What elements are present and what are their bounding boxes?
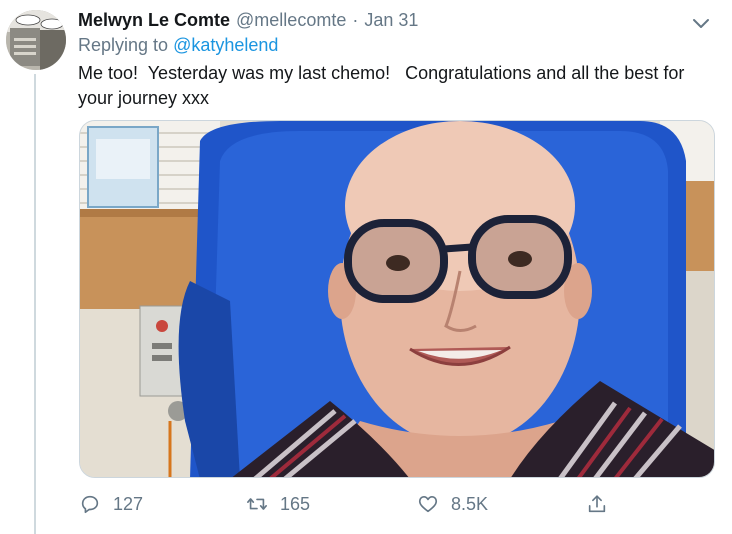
reply-count: 127 bbox=[113, 493, 144, 514]
like-count: 8.5K bbox=[451, 493, 489, 514]
avatar-image bbox=[6, 10, 66, 70]
tweet-photo[interactable] bbox=[79, 120, 715, 478]
tweet-header: Melwyn Le Comte @mellecomte · Jan 31 bbox=[78, 10, 712, 34]
chevron-down-icon[interactable] bbox=[690, 12, 712, 34]
share-icon bbox=[588, 495, 606, 513]
replying-to-mention[interactable]: @katyhelend bbox=[173, 35, 278, 55]
retweet-icon bbox=[247, 498, 267, 510]
user-handle[interactable]: @mellecomte bbox=[236, 10, 346, 31]
like-button[interactable]: 8.5K bbox=[417, 488, 488, 520]
share-button[interactable] bbox=[586, 488, 620, 520]
replying-to: Replying to @katyhelend bbox=[78, 35, 278, 56]
avatar[interactable] bbox=[6, 10, 66, 70]
reply-icon bbox=[81, 495, 99, 514]
display-name[interactable]: Melwyn Le Comte bbox=[78, 10, 230, 31]
replying-to-label: Replying to bbox=[78, 35, 174, 55]
photo-image bbox=[80, 121, 714, 477]
tweet-date[interactable]: Jan 31 bbox=[364, 10, 418, 31]
tweet-text: Me too! Yesterday was my last chemo! Con… bbox=[78, 63, 690, 108]
reply-button[interactable]: 127 bbox=[79, 488, 143, 520]
separator-dot: · bbox=[352, 10, 359, 30]
thread-line bbox=[34, 74, 36, 534]
retweet-button[interactable]: 165 bbox=[246, 488, 310, 520]
retweet-count: 165 bbox=[280, 493, 311, 514]
tweet-actions: 127 165 8.5K bbox=[79, 488, 619, 520]
heart-icon bbox=[418, 496, 438, 513]
